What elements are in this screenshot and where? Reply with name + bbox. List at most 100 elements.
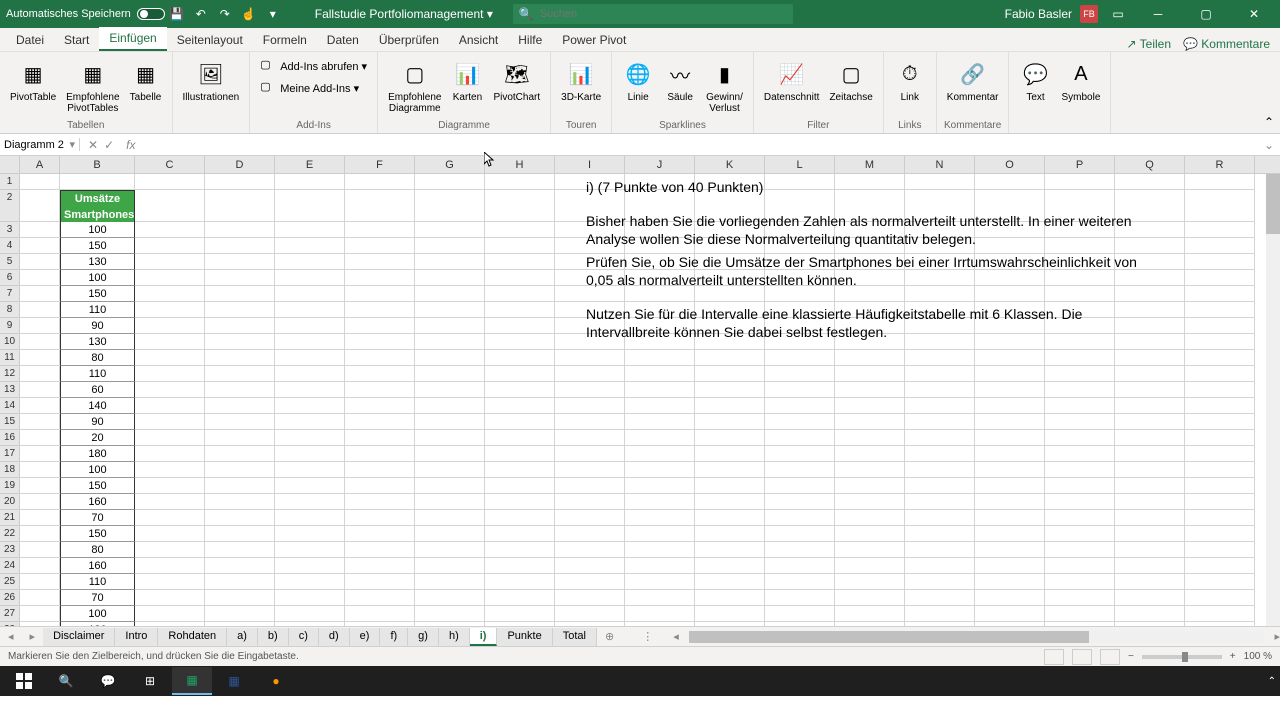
cell[interactable]: [415, 190, 485, 222]
horizontal-scrollbar[interactable]: [689, 631, 1265, 643]
cell[interactable]: [415, 414, 485, 430]
ribbon-tab-seitenlayout[interactable]: Seitenlayout: [167, 29, 253, 51]
cell[interactable]: [905, 542, 975, 558]
cell[interactable]: [485, 270, 555, 286]
sheet-tab-rohdaten[interactable]: Rohdaten: [158, 628, 227, 646]
accept-formula-icon[interactable]: ✓: [104, 138, 114, 152]
cell[interactable]: [555, 462, 625, 478]
cell[interactable]: [905, 398, 975, 414]
cell[interactable]: [695, 366, 765, 382]
cell[interactable]: [205, 398, 275, 414]
cell[interactable]: [765, 382, 835, 398]
column-header[interactable]: J: [625, 156, 695, 173]
cell[interactable]: [1185, 414, 1255, 430]
cell[interactable]: [485, 318, 555, 334]
cell[interactable]: [975, 462, 1045, 478]
cell[interactable]: [835, 350, 905, 366]
ribbon-kommentar-button[interactable]: 🔗Kommentar: [943, 56, 1003, 105]
cell[interactable]: [205, 238, 275, 254]
row-header[interactable]: 26: [0, 590, 20, 606]
cell[interactable]: [135, 430, 205, 446]
cell[interactable]: [275, 190, 345, 222]
row-header[interactable]: 17: [0, 446, 20, 462]
cell[interactable]: [135, 590, 205, 606]
cell[interactable]: [975, 606, 1045, 622]
cell[interactable]: [765, 414, 835, 430]
cell[interactable]: [835, 606, 905, 622]
cell[interactable]: [415, 270, 485, 286]
cell[interactable]: [135, 318, 205, 334]
row-header[interactable]: 22: [0, 526, 20, 542]
cell[interactable]: [1115, 606, 1185, 622]
cell[interactable]: [20, 558, 60, 574]
cell[interactable]: [1185, 606, 1255, 622]
cell[interactable]: [555, 366, 625, 382]
cell[interactable]: 110: [60, 366, 135, 382]
cell[interactable]: [765, 526, 835, 542]
cell[interactable]: [765, 622, 835, 626]
cell[interactable]: [975, 430, 1045, 446]
name-box[interactable]: Diagramm 2▾: [0, 138, 80, 151]
cell[interactable]: [1115, 366, 1185, 382]
cell[interactable]: [135, 302, 205, 318]
cell[interactable]: [20, 462, 60, 478]
cell[interactable]: [485, 302, 555, 318]
cell[interactable]: [1045, 606, 1115, 622]
cell[interactable]: [20, 318, 60, 334]
cell[interactable]: [20, 494, 60, 510]
column-header[interactable]: O: [975, 156, 1045, 173]
cell[interactable]: [60, 174, 135, 190]
undo-icon[interactable]: ↶: [193, 6, 209, 22]
cell[interactable]: [275, 590, 345, 606]
cell[interactable]: [625, 446, 695, 462]
cell[interactable]: [345, 318, 415, 334]
search-box[interactable]: 🔍: [513, 4, 793, 24]
cortana-icon[interactable]: 💬: [88, 667, 128, 695]
cell[interactable]: [20, 446, 60, 462]
cell[interactable]: [275, 574, 345, 590]
cell[interactable]: [415, 510, 485, 526]
cell[interactable]: [485, 382, 555, 398]
cell[interactable]: [485, 574, 555, 590]
cell[interactable]: 130: [60, 254, 135, 270]
column-header[interactable]: G: [415, 156, 485, 173]
cell[interactable]: [1115, 382, 1185, 398]
cell[interactable]: 100: [60, 222, 135, 238]
row-header[interactable]: 18: [0, 462, 20, 478]
cell[interactable]: [275, 318, 345, 334]
cell[interactable]: [345, 222, 415, 238]
cell[interactable]: [135, 622, 205, 626]
cell[interactable]: [345, 446, 415, 462]
cell[interactable]: [905, 558, 975, 574]
cell[interactable]: [415, 366, 485, 382]
cell[interactable]: [1185, 462, 1255, 478]
cell[interactable]: [695, 478, 765, 494]
cell[interactable]: [905, 462, 975, 478]
cell[interactable]: [345, 414, 415, 430]
cell[interactable]: [835, 510, 905, 526]
start-button[interactable]: [4, 667, 44, 695]
cell[interactable]: [415, 526, 485, 542]
cell[interactable]: [555, 558, 625, 574]
cell[interactable]: [905, 430, 975, 446]
ribbon-linie-button[interactable]: 🌐Linie: [618, 56, 658, 105]
cell[interactable]: 60: [60, 382, 135, 398]
row-header[interactable]: 2: [0, 190, 20, 222]
cell[interactable]: [485, 222, 555, 238]
cell[interactable]: [625, 590, 695, 606]
cell[interactable]: [345, 590, 415, 606]
cell[interactable]: 100: [60, 462, 135, 478]
cell[interactable]: [415, 430, 485, 446]
column-header[interactable]: H: [485, 156, 555, 173]
cell[interactable]: [1115, 622, 1185, 626]
cell[interactable]: [625, 366, 695, 382]
cell[interactable]: [1185, 398, 1255, 414]
cell[interactable]: [1045, 398, 1115, 414]
sheet-tab-h[interactable]: h): [439, 628, 470, 646]
row-header[interactable]: 1: [0, 174, 20, 190]
cell[interactable]: [415, 222, 485, 238]
cell[interactable]: [555, 510, 625, 526]
cell[interactable]: [485, 334, 555, 350]
zoom-in-button[interactable]: +: [1230, 651, 1236, 662]
cell[interactable]: [975, 526, 1045, 542]
